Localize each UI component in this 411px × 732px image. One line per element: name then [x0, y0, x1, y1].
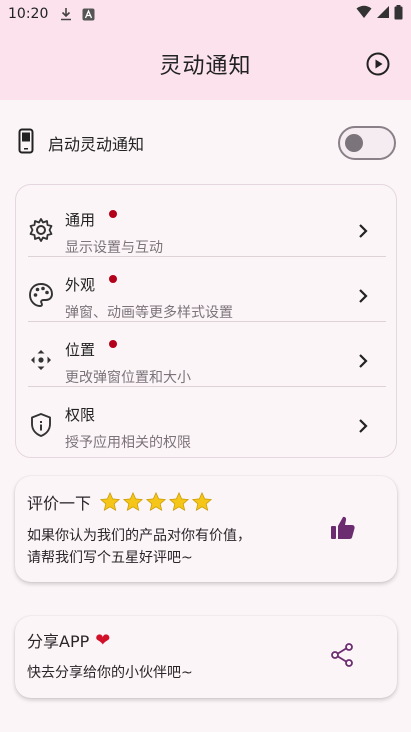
chevron-right-icon: [356, 418, 370, 434]
divider: [28, 256, 386, 257]
new-badge-dot: [109, 340, 118, 348]
rate-description-line2: 请帮我们写个五星好评吧~: [27, 550, 193, 566]
play-button[interactable]: [365, 51, 391, 77]
share-description: 快去分享给你的小伙伴吧~: [27, 665, 193, 681]
new-badge-dot: [109, 210, 118, 218]
app-notification-icon: [80, 6, 96, 22]
enable-toggle-row[interactable]: 启动灵动通知: [0, 118, 411, 168]
star-icon: [191, 491, 213, 512]
wifi-icon: [356, 5, 372, 23]
settings-item-title: 通用: [65, 209, 118, 230]
settings-item-subtitle: 授予应用相关的权限: [65, 435, 191, 451]
settings-item-title: 权限: [65, 406, 96, 424]
settings-item-title: 外观: [65, 274, 118, 295]
thumbs-up-icon[interactable]: [329, 514, 357, 542]
enable-switch[interactable]: [338, 126, 396, 160]
share-card[interactable]: 分享APP ❤ 快去分享给你的小伙伴吧~: [15, 616, 397, 698]
move-icon: [28, 347, 54, 373]
star-icon: [122, 491, 144, 512]
battery-icon: [394, 4, 403, 24]
switch-knob: [345, 134, 363, 152]
settings-card: 通用 显示设置与互动 外观 弹窗、动画等更多样式设置 位置 更改弹窗位置和大小 …: [15, 184, 397, 458]
rate-card[interactable]: 评价一下 如果你认为我们的产品对你有价值， 请帮我们写个五星好评吧~: [15, 476, 397, 582]
settings-item-subtitle: 更改弹窗位置和大小: [65, 370, 191, 386]
palette-icon: [28, 282, 54, 308]
settings-item-title: 位置: [65, 339, 118, 360]
status-time: 10:20: [8, 6, 49, 22]
share-title-row: 分享APP ❤: [27, 628, 110, 652]
settings-item-subtitle: 弹窗、动画等更多样式设置: [65, 305, 233, 321]
star-icon: [168, 491, 190, 512]
signal-icon: [376, 5, 390, 23]
shield-icon: [28, 412, 54, 438]
settings-item-appearance[interactable]: 外观 弹窗、动画等更多样式设置: [16, 258, 398, 322]
page-title: 灵动通知: [159, 54, 252, 79]
chevron-right-icon: [356, 353, 370, 369]
chevron-right-icon: [356, 288, 370, 304]
star-icon: [145, 491, 167, 512]
share-title: 分享APP: [27, 632, 90, 651]
rate-title-row: 评价一下: [27, 490, 213, 514]
chevron-right-icon: [356, 223, 370, 239]
app-bar: 灵动通知: [0, 28, 411, 100]
download-icon: [58, 6, 74, 22]
gear-icon: [28, 217, 54, 243]
phone-icon: [18, 128, 34, 158]
heart-icon: ❤: [95, 629, 111, 651]
five-star-rating: [99, 491, 213, 513]
settings-item-permissions[interactable]: 权限 授予应用相关的权限: [16, 388, 398, 452]
star-icon: [99, 491, 121, 512]
rate-title: 评价一下: [27, 494, 92, 513]
new-badge-dot: [109, 275, 118, 283]
settings-item-general[interactable]: 通用 显示设置与互动: [16, 193, 398, 257]
status-bar: 10:20: [0, 0, 411, 28]
settings-item-subtitle: 显示设置与互动: [65, 240, 163, 256]
share-icon[interactable]: [329, 642, 355, 668]
divider: [28, 386, 386, 387]
enable-toggle-label: 启动灵动通知: [48, 135, 145, 154]
rate-description-line1: 如果你认为我们的产品对你有价值，: [27, 528, 251, 544]
play-circle-icon: [366, 52, 390, 76]
divider: [28, 321, 386, 322]
settings-item-position[interactable]: 位置 更改弹窗位置和大小: [16, 323, 398, 387]
